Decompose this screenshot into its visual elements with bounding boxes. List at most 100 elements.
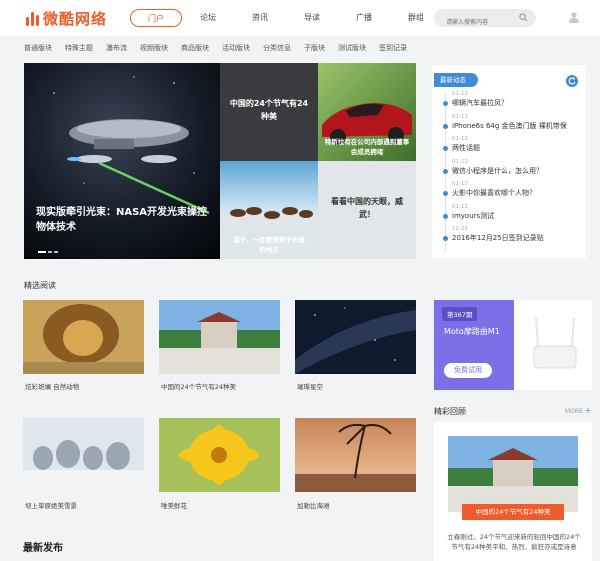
- activity-item[interactable]: 12-25 2016年12月25日签到记录贴: [442, 226, 582, 249]
- temple-image: [159, 300, 280, 374]
- card-caption[interactable]: 唯美鲜花: [161, 500, 187, 510]
- nav-forum[interactable]: 论坛: [182, 9, 234, 27]
- activity-date: 01-12: [452, 203, 468, 210]
- slider-dot[interactable]: [48, 251, 52, 253]
- subnav-item[interactable]: 分类信息: [263, 43, 291, 53]
- nav-guide[interactable]: 导读: [286, 9, 338, 27]
- lion-image: [23, 300, 144, 374]
- hero-slider[interactable]: 现实版牵引光束：NASA开发光束操控物体技术: [24, 63, 220, 259]
- card-image-snow[interactable]: [23, 418, 144, 492]
- activity-date: 12-25: [452, 226, 468, 232]
- card-image-beach[interactable]: [295, 418, 416, 492]
- review-description: 立春刚过，24个节气迎来新的轮回中国的24个节气有24种美平和、热烈、疯狂亦或是…: [447, 533, 581, 551]
- snow-grassland-image: [23, 418, 144, 492]
- tile-solar-terms[interactable]: 中国的24个节气有24种美: [220, 63, 318, 161]
- activity-date: 01-12: [452, 91, 468, 97]
- sub-nav: 普通版块 特殊主题 瀑布流 视频版块 商品版块 活动版块 分类信息 子版块 测试…: [24, 43, 420, 53]
- beach-image: [295, 418, 416, 492]
- activity-date: 01-12: [452, 136, 468, 142]
- router-image: [533, 317, 577, 369]
- slider-dots: [38, 251, 60, 253]
- free-trial-button[interactable]: 免费试用: [444, 363, 492, 378]
- activity-item[interactable]: 01-12 两性话题: [442, 136, 582, 159]
- activity-item[interactable]: 01-12 iPhone6s 64g 金色澳门版 裸机带保: [442, 114, 582, 137]
- activity-title[interactable]: 微信小程序是什么，怎么用？: [452, 166, 582, 176]
- starry-sky-image: [295, 300, 416, 374]
- subnav-item[interactable]: 普通版块: [24, 43, 52, 53]
- nav-broadcast[interactable]: 广播: [338, 9, 390, 27]
- subnav-item[interactable]: 签到记录: [379, 43, 407, 53]
- tile-caption: 基子，一定要带孩子去做的地方: [233, 236, 305, 254]
- card-caption[interactable]: 加勒比海滩: [297, 500, 330, 510]
- activity-title[interactable]: imyours测试: [452, 211, 582, 221]
- tile-caption: 看看中国的天眼，威武！: [331, 197, 403, 219]
- nav-news[interactable]: 资讯: [234, 9, 286, 27]
- activity-title[interactable]: iPhone6s 64g 金色澳门版 裸机带保: [452, 121, 582, 131]
- tile-tesla[interactable]: 特斯拉有在公司内部遇到董事会成员拥堵: [318, 63, 416, 161]
- activity-title[interactable]: 两性话题: [452, 143, 582, 153]
- review-panel: 中国的24个节气有24种美 立春刚过，24个节气迎来新的轮回中国的24个节气有2…: [434, 422, 592, 561]
- activity-item[interactable]: 01-12 imyours测试: [442, 204, 582, 227]
- more-label: MORE: [565, 408, 583, 415]
- subnav-item[interactable]: 视频版块: [140, 43, 168, 53]
- subnav-item[interactable]: 特殊主题: [65, 43, 93, 53]
- subnav-item[interactable]: 瀑布流: [106, 43, 127, 53]
- card-caption[interactable]: 炫彩斑斓 自然动物: [25, 381, 79, 391]
- latest-activity-tab[interactable]: 最新动态: [434, 73, 478, 87]
- search-icon[interactable]: [519, 13, 528, 22]
- subnav-item[interactable]: 活动版块: [222, 43, 250, 53]
- activity-item[interactable]: 01-12 微信小程序是什么，怎么用？: [442, 159, 582, 182]
- logo-icon: [26, 11, 40, 26]
- flower-image: [159, 418, 280, 492]
- latest-title: 最新发布: [23, 543, 63, 554]
- refresh-icon[interactable]: [566, 75, 578, 87]
- card-image-solar-terms[interactable]: [159, 300, 280, 374]
- activity-date: 01-12: [452, 158, 468, 165]
- latest-activity-panel: 最新动态 01-12 哪辆汽车最拉风？ 01-12 iPhone6s 64g 金色澳…: [432, 65, 586, 258]
- featured-title: 精选阅读: [24, 281, 56, 290]
- timeline-dot: [443, 191, 448, 196]
- activity-item[interactable]: 01-12 哪辆汽车最拉风？: [442, 91, 582, 114]
- activity-title[interactable]: 哪辆汽车最拉风？: [452, 98, 582, 108]
- activity-date: 01-12: [452, 113, 468, 120]
- activity-item[interactable]: 01-12 火影中你最喜欢哪个人物？: [442, 181, 582, 204]
- card-image-stars[interactable]: [295, 300, 416, 374]
- more-link[interactable]: MORE +: [565, 406, 591, 415]
- review-ribbon[interactable]: 中国的24个节气有24种美: [462, 504, 564, 520]
- activity-title[interactable]: 2016年12月25日签到记录贴: [452, 233, 582, 243]
- card-image-flower[interactable]: [159, 418, 280, 492]
- tile-caption: 中国的24个节气有24种美: [229, 99, 309, 121]
- logo[interactable]: 微酷网络: [26, 8, 107, 29]
- ad-banner[interactable]: 第367期 Moto摩路由M1 免费试用: [434, 300, 592, 390]
- timeline-dot: [443, 213, 448, 219]
- timeline-dot: [443, 146, 448, 151]
- card-image-lion[interactable]: [23, 300, 144, 374]
- ad-issue-badge: 第367期: [442, 307, 478, 321]
- card-caption[interactable]: 坝上草原绝美雪景: [25, 500, 77, 510]
- timeline-dot: [443, 236, 448, 241]
- activity-list: 01-12 哪辆汽车最拉风？ 01-12 iPhone6s 64g 金色澳门版 裸机…: [442, 91, 582, 251]
- subnav-item[interactable]: 商品版块: [181, 43, 209, 53]
- timeline-dot: [443, 123, 448, 129]
- slider-dot[interactable]: [38, 251, 46, 253]
- subnav-item[interactable]: 测试版块: [338, 43, 366, 53]
- tile-horses[interactable]: 基子，一定要带孩子去做的地方: [220, 161, 318, 259]
- logo-text: 微酷网络: [43, 10, 108, 28]
- card-caption[interactable]: 璀璨星空: [297, 381, 323, 391]
- header: 微酷网络 门户 论坛 资讯 导读 广播 群组: [0, 0, 600, 36]
- user-icon[interactable]: [568, 11, 580, 23]
- search-input[interactable]: [434, 13, 514, 32]
- review-title: 精彩回顾: [434, 407, 466, 416]
- timeline-dot: [443, 101, 448, 106]
- activity-title[interactable]: 火影中你最喜欢哪个人物？: [452, 188, 582, 198]
- slider-dot[interactable]: [54, 251, 58, 253]
- subnav-item[interactable]: 子版块: [304, 43, 325, 53]
- review-image[interactable]: [448, 436, 578, 512]
- activity-date: 01-12: [452, 181, 468, 187]
- ad-product-area: [514, 300, 592, 390]
- tile-sky-eye[interactable]: 看看中国的天眼，威武！: [318, 161, 416, 259]
- tile-caption: 特斯拉有在公司内部遇到董事会成员拥堵: [324, 138, 410, 156]
- card-caption[interactable]: 中国的24个节气有24种美: [161, 381, 236, 391]
- hero-caption[interactable]: 现实版牵引光束：NASA开发光束操控物体技术: [36, 205, 214, 235]
- nav-portal[interactable]: 门户: [130, 9, 182, 27]
